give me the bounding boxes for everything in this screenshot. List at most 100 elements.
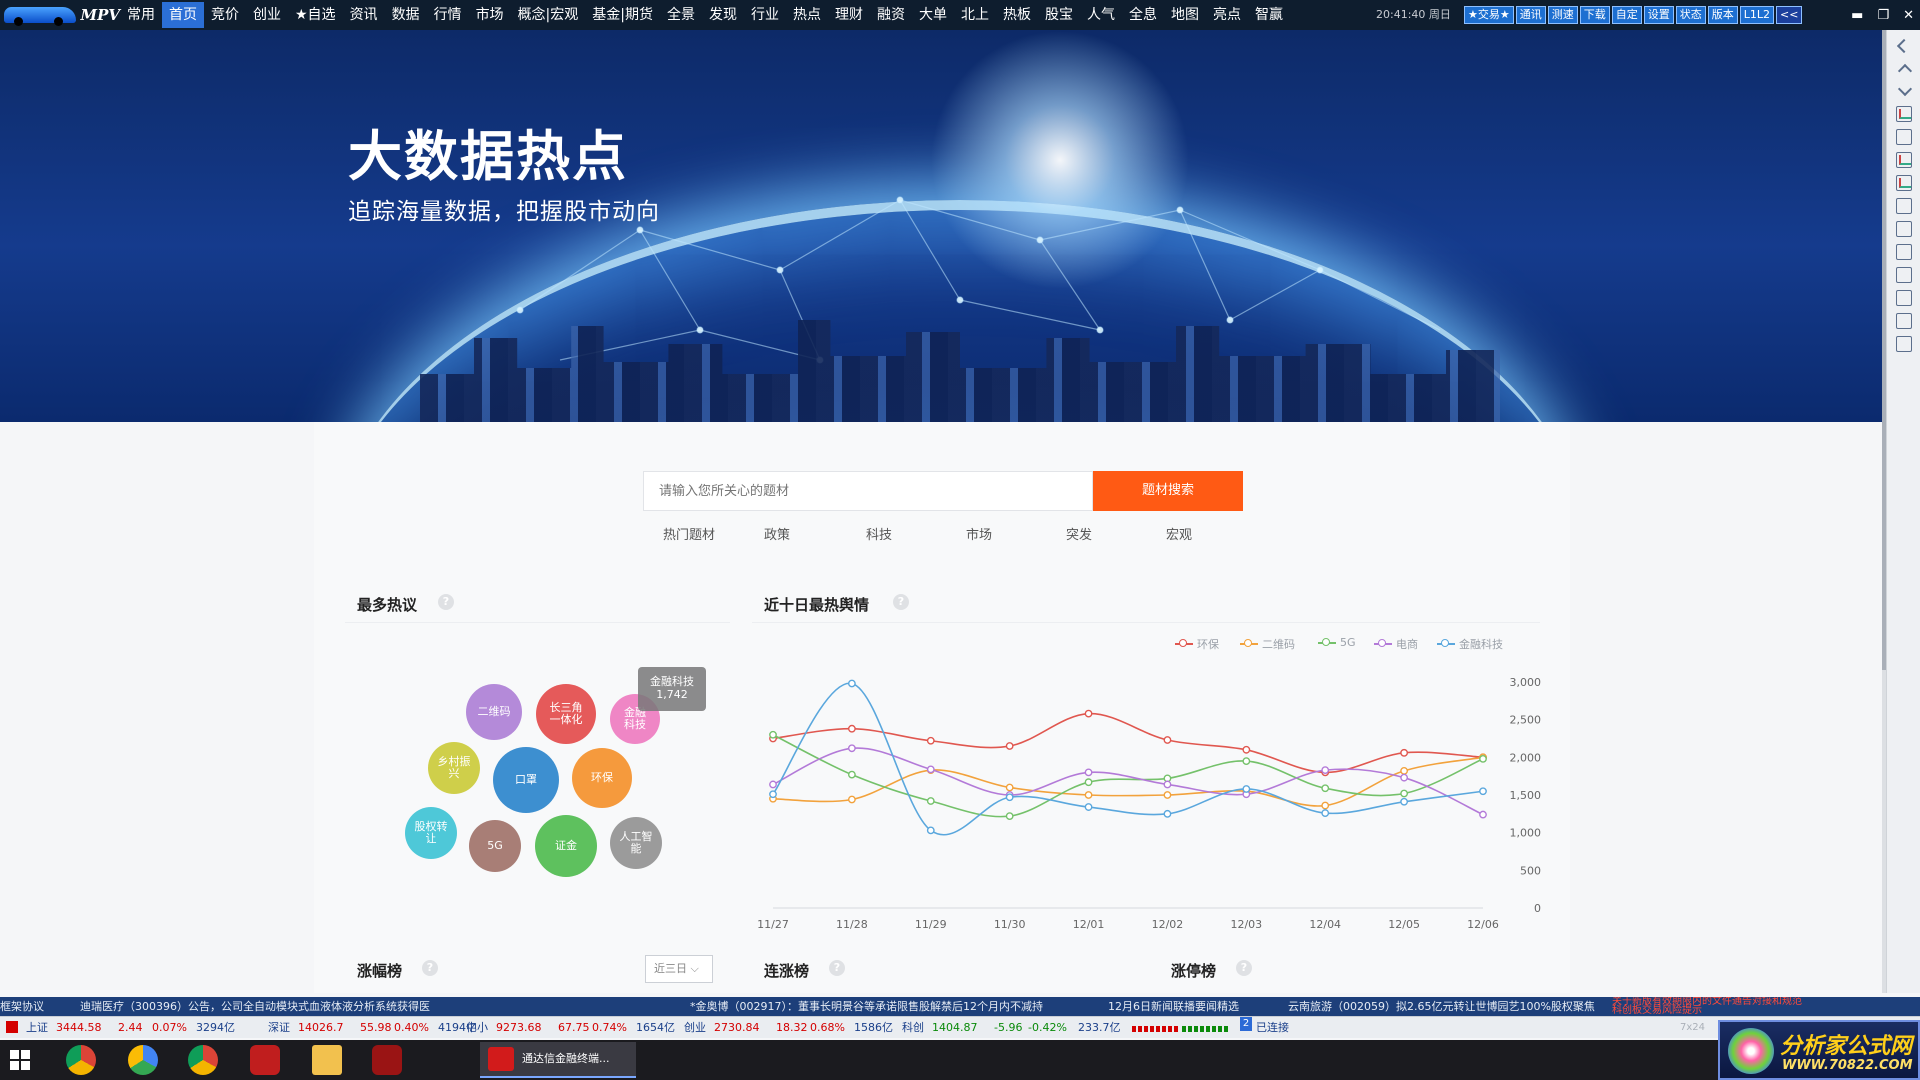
menu-item-2[interactable]: 竞价 [204,2,246,28]
series-2-point-0[interactable] [769,730,777,739]
bubble-0[interactable]: 二维码 [466,684,522,740]
chrome-icon[interactable] [66,1045,96,1075]
kline-chart-icon[interactable] [1895,106,1912,122]
bubble-7[interactable]: 5G [469,820,521,872]
grid-table-icon[interactable] [1895,129,1912,145]
series-1-point-3[interactable] [1005,783,1014,792]
chrome-icon-2[interactable] [188,1045,218,1075]
tool-button-0[interactable]: ★交易★ [1464,6,1514,24]
series-3-point-9[interactable] [1479,810,1487,819]
series-3-point-8[interactable] [1400,773,1409,782]
bull-app-icon-2[interactable] [372,1045,402,1075]
series-4-point-6[interactable] [1242,785,1251,793]
list-icon[interactable] [1895,198,1912,214]
series-4-point-5[interactable] [1163,809,1172,818]
menu-item-13[interactable]: 行业 [744,2,786,28]
menu-item-0[interactable]: 常用 [120,2,162,28]
series-4-point-3[interactable] [1005,793,1014,802]
limit-up-help-icon[interactable]: ? [1236,960,1252,976]
series-4-point-1[interactable] [847,679,856,688]
menu-item-24[interactable]: 亮点 [1206,2,1248,28]
news-item-4[interactable]: 云南旅游（002059）拟2.65亿元转让世博园艺100%股权聚焦 [1288,997,1595,1016]
news-item-3[interactable]: 12月6日新闻联播要闻精选 [1108,997,1239,1016]
f11-icon[interactable] [1895,290,1912,306]
tool-button-6[interactable]: 状态 [1675,6,1706,24]
circle-tool-icon[interactable] [1895,336,1912,352]
series-0-point-3[interactable] [1005,742,1014,750]
topic-search-button[interactable]: 题材搜索 [1093,471,1243,511]
series-1-point-4[interactable] [1084,791,1093,799]
bubble-9[interactable]: 人工智能 [610,817,662,869]
restore-icon[interactable]: ❐ [1877,8,1889,23]
streak-help-icon[interactable]: ? [829,960,845,976]
minimize-icon[interactable]: ▬ [1851,8,1863,23]
tool-button-9[interactable]: << [1776,6,1803,24]
range-select[interactable]: 近三日 ⌵ [645,955,713,983]
active-task[interactable]: 通达信金融终端... [480,1042,636,1078]
app-logo[interactable]: MPV [0,0,120,30]
series-1-point-1[interactable] [847,795,856,804]
menu-item-17[interactable]: 大单 [912,2,954,28]
menu-item-7[interactable]: 行情 [427,2,469,28]
f10-icon[interactable] [1895,221,1912,237]
topic-search-input[interactable] [643,471,1093,511]
search-tab-4[interactable]: 突发 [1066,524,1092,543]
series-3-point-7[interactable] [1321,766,1330,775]
connection-status[interactable]: 已连接 [1256,1017,1289,1039]
series-2-point-3[interactable] [1005,812,1014,820]
menu-item-25[interactable]: 智赢 [1248,2,1290,28]
menu-item-21[interactable]: 人气 [1080,2,1122,28]
menu-item-6[interactable]: 数据 [385,2,427,28]
news-item-6[interactable]: 科创板交易风险提示 [1612,1006,1702,1016]
series-3-point-5[interactable] [1163,780,1172,789]
windows-start-icon[interactable] [10,1050,30,1070]
series-1-point-5[interactable] [1163,791,1172,799]
menu-item-16[interactable]: 融资 [870,2,912,28]
search-tab-5[interactable]: 宏观 [1166,524,1192,543]
bubble-8[interactable]: 证金 [535,815,597,877]
series-0-point-5[interactable] [1163,736,1172,744]
menu-item-11[interactable]: 全景 [660,2,702,28]
menu-item-14[interactable]: 热点 [786,2,828,28]
tool-button-5[interactable]: 设置 [1643,6,1674,24]
bull-app-icon[interactable] [250,1045,280,1075]
series-4-point-8[interactable] [1400,797,1409,806]
tool-button-8[interactable]: L1L2 [1739,6,1774,24]
series-4-point-9[interactable] [1479,787,1487,796]
series-3-point-2[interactable] [926,765,935,774]
index-ticker[interactable]: 上证 3444.58 2.44 0.07% 3294亿 深证 14026.7 55.98 0.4… [0,1016,1920,1038]
menu-item-4[interactable]: ★自选 [288,2,343,28]
trend-chart-icon[interactable] [1895,152,1912,168]
series-0-point-2[interactable] [926,736,935,745]
sentiment-help-icon[interactable]: ? [893,594,909,610]
series-2-point-4[interactable] [1084,778,1093,787]
series-3-point-1[interactable] [847,744,856,753]
series-3-point-4[interactable] [1084,768,1093,777]
gainers-help-icon[interactable]: ? [422,960,438,976]
series-0-point-6[interactable] [1242,745,1251,754]
menu-item-12[interactable]: 发现 [702,2,744,28]
menu-item-9[interactable]: 概念|宏观 [511,2,586,28]
tool-button-1[interactable]: 通讯 [1515,6,1546,24]
alert-flag-icon[interactable] [6,1021,18,1033]
series-4-point-0[interactable] [769,790,777,799]
series-2-point-7[interactable] [1321,784,1330,793]
folder-icon[interactable] [312,1045,342,1075]
series-2-point-9[interactable] [1479,754,1487,763]
bar-chart-icon[interactable] [1895,175,1912,191]
menu-item-3[interactable]: 创业 [246,2,288,28]
tool-button-4[interactable]: 自定 [1611,6,1642,24]
tool-button-2[interactable]: 测速 [1547,6,1578,24]
bubble-5[interactable]: 环保 [572,748,632,808]
bubble-4[interactable]: 口罩 [493,747,559,813]
news-item-0[interactable]: 框架协议 [0,997,44,1016]
tool-button-3[interactable]: 下载 [1579,6,1610,24]
formula-icon[interactable] [1895,313,1912,329]
series-2-point-8[interactable] [1400,789,1409,798]
menu-item-23[interactable]: 地图 [1164,2,1206,28]
search-tab-3[interactable]: 市场 [966,524,992,543]
series-2-point-1[interactable] [847,770,856,779]
news-ticker[interactable]: 框架协议 迪瑞医疗（300396）公告，公司全自动模块式血液体液分析系统获得医 *金… [0,997,1920,1016]
tool-button-7[interactable]: 版本 [1707,6,1738,24]
menu-item-15[interactable]: 理财 [828,2,870,28]
